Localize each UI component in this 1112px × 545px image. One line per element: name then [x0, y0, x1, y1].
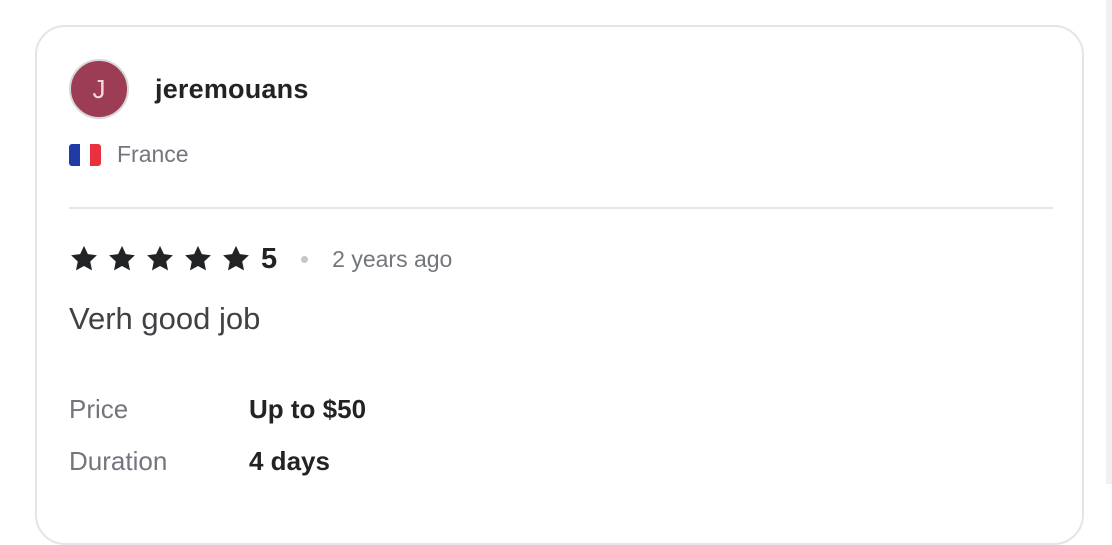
- detail-value: 4 days: [249, 445, 330, 476]
- scrollbar-track[interactable]: [1106, 0, 1112, 484]
- review-time: 2 years ago: [332, 245, 453, 272]
- country-name: France: [117, 141, 189, 167]
- reviewer-country: France: [69, 141, 189, 168]
- review-card: J jeremouans France 5 2 years ago Verh g…: [35, 25, 1084, 545]
- star-icon: [109, 245, 135, 271]
- reviewer-username[interactable]: jeremouans: [155, 74, 309, 105]
- detail-label: Price: [69, 393, 129, 424]
- star-icon: [71, 245, 97, 271]
- star-icon: [185, 245, 211, 271]
- rating-row: 5 2 years ago: [69, 239, 452, 279]
- detail-value: Up to $50: [249, 393, 367, 424]
- detail-label: Duration: [69, 445, 168, 476]
- avatar[interactable]: J: [69, 59, 129, 119]
- star-icon: [223, 245, 249, 271]
- detail-row-price: Price Up to $50: [69, 383, 366, 435]
- avatar-initial: J: [92, 73, 106, 104]
- detail-row-duration: Duration 4 days: [69, 435, 366, 487]
- review-text: Verh good job: [69, 301, 261, 336]
- rating-score: 5: [261, 242, 278, 275]
- divider: [69, 207, 1053, 209]
- star-icon: [147, 245, 173, 271]
- reviewer-header: J jeremouans: [69, 59, 309, 119]
- france-flag-icon: [69, 143, 101, 166]
- star-rating: [69, 244, 259, 274]
- review-details: Price Up to $50 Duration 4 days: [69, 383, 366, 487]
- separator-dot: [301, 255, 309, 263]
